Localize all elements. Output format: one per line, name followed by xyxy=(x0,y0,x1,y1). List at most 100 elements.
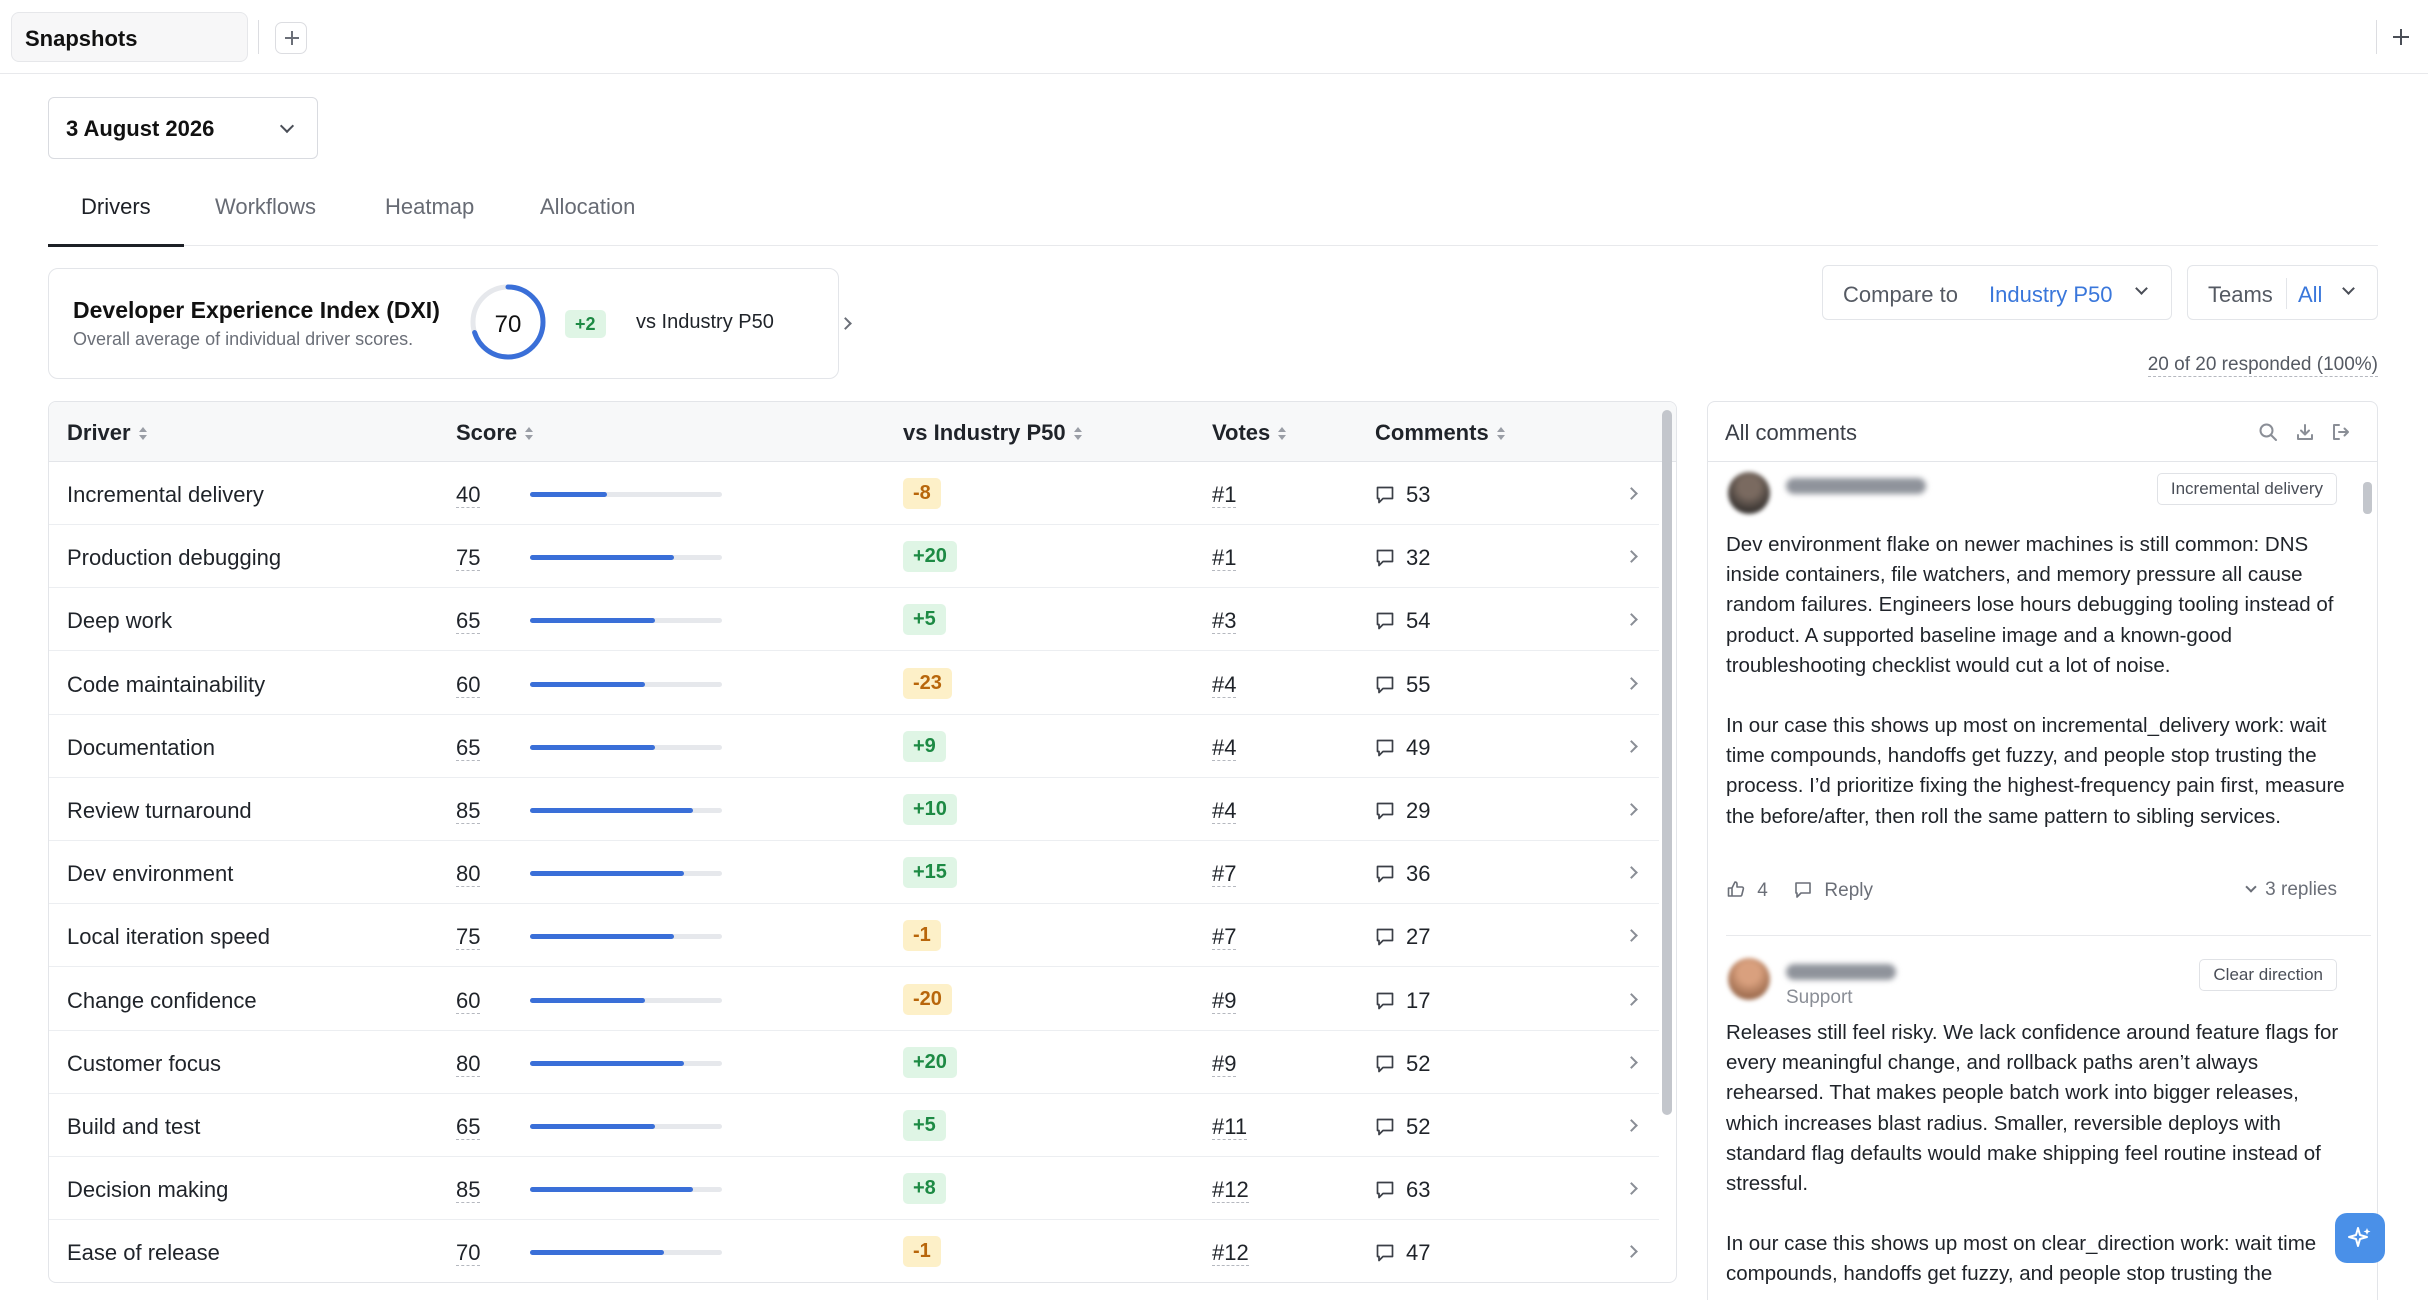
table-row[interactable]: Documentation 65 +9 #4 49 xyxy=(49,715,1659,778)
score-value[interactable]: 70 xyxy=(456,1240,481,1267)
tab-drivers[interactable]: Drivers xyxy=(48,194,184,247)
vote-rank[interactable]: #4 xyxy=(1212,734,1237,761)
score-bar-fill xyxy=(530,1124,655,1129)
table-row[interactable]: Local iteration speed 75 -1 #7 27 xyxy=(49,904,1659,968)
vs-industry-delta: -20 xyxy=(903,983,952,1015)
table-row[interactable]: Change confidence 60 -20 #9 17 xyxy=(49,968,1659,1031)
vote-rank[interactable]: #3 xyxy=(1212,608,1237,635)
vote-rank[interactable]: #4 xyxy=(1212,798,1237,824)
thumbs-up-icon[interactable] xyxy=(1726,879,1746,899)
score-value[interactable]: 85 xyxy=(456,1177,481,1204)
dxi-card[interactable]: Developer Experience Index (DXI) Overall… xyxy=(48,268,852,379)
driver-name: Build and test xyxy=(67,1114,201,1139)
table-row[interactable]: Dev environment 80 +15 #7 36 xyxy=(49,841,1659,905)
score-value[interactable]: 75 xyxy=(456,924,481,951)
plus-icon[interactable] xyxy=(2386,22,2416,52)
vs-industry-delta: -23 xyxy=(903,667,952,699)
driver-name: Production debugging xyxy=(67,545,282,571)
responded-count[interactable]: 20 of 20 responded (100%) xyxy=(2147,354,2378,377)
vote-rank[interactable]: #9 xyxy=(1212,987,1237,1014)
tab-allocation[interactable]: Allocation xyxy=(540,194,635,246)
table-row[interactable]: Production debugging 75 +20 #1 32 xyxy=(49,525,1659,589)
score-bar xyxy=(530,997,722,1003)
score-bar xyxy=(530,808,722,813)
table-row[interactable]: Build and test 65 +5 #11 52 xyxy=(49,1094,1659,1157)
driver-name: Decision making xyxy=(67,1177,229,1203)
comment-tag[interactable]: Incremental delivery xyxy=(2156,473,2337,505)
score-bar xyxy=(530,871,722,877)
column-header-score[interactable]: Score xyxy=(456,420,535,446)
snapshots-tab-label: Snapshots xyxy=(25,26,138,51)
export-icon[interactable] xyxy=(2331,422,2351,442)
column-header-driver[interactable]: Driver xyxy=(67,420,149,446)
score-value[interactable]: 60 xyxy=(456,987,481,1014)
chevron-right-icon xyxy=(1625,866,1638,880)
chevron-down-icon xyxy=(279,118,295,134)
score-value[interactable]: 65 xyxy=(456,1114,481,1140)
add-tab-icon[interactable] xyxy=(275,22,307,54)
comment-count: 54 xyxy=(1406,608,1431,634)
comments-scrollbar[interactable] xyxy=(2363,482,2372,514)
score-bar-fill xyxy=(530,555,674,561)
vote-rank[interactable]: #11 xyxy=(1212,1114,1248,1140)
ai-assistant-button[interactable] xyxy=(2335,1213,2385,1263)
score-value[interactable]: 40 xyxy=(456,482,481,508)
snapshots-tab[interactable]: Snapshots xyxy=(11,12,248,62)
score-value[interactable]: 80 xyxy=(456,861,481,888)
comment-actions: 4 Reply xyxy=(1726,879,1873,902)
score-value[interactable]: 65 xyxy=(456,734,481,761)
table-row[interactable]: Review turnaround 85 +10 #4 29 xyxy=(49,778,1659,841)
table-row[interactable]: Incremental delivery 40 -8 #1 53 xyxy=(49,462,1659,525)
score-bar-fill xyxy=(530,934,674,940)
vote-rank[interactable]: #12 xyxy=(1212,1240,1249,1267)
tab-workflows[interactable]: Workflows xyxy=(215,194,316,246)
divider xyxy=(258,20,259,54)
score-bar xyxy=(530,618,722,624)
compare-to-select[interactable]: Compare to Industry P50 xyxy=(1822,265,2172,320)
like-count: 4 xyxy=(1757,880,1768,901)
vote-rank[interactable]: #1 xyxy=(1212,545,1237,572)
vote-rank[interactable]: #4 xyxy=(1212,671,1237,698)
table-row[interactable]: Deep work 65 +5 #3 54 xyxy=(49,588,1659,652)
comment-count: 63 xyxy=(1406,1177,1431,1203)
vs-industry-delta: -8 xyxy=(903,478,941,509)
vote-rank[interactable]: #1 xyxy=(1212,482,1237,508)
vote-rank[interactable]: #12 xyxy=(1212,1177,1249,1204)
date-select[interactable]: 3 August 2026 xyxy=(48,97,318,159)
column-header-votes[interactable]: Votes xyxy=(1212,420,1288,446)
column-header-vs-industry[interactable]: vs Industry P50 xyxy=(903,420,1084,446)
score-value[interactable]: 75 xyxy=(456,545,481,572)
teams-select[interactable]: Teams All xyxy=(2187,265,2378,320)
compare-to-label: Compare to xyxy=(1843,282,1958,307)
chevron-right-icon xyxy=(1625,1055,1638,1069)
score-value[interactable]: 80 xyxy=(456,1050,481,1077)
driver-name: Customer focus xyxy=(67,1050,222,1076)
drivers-table: Driver Score vs Industry P50 Votes Comme… xyxy=(48,401,1677,1283)
search-icon[interactable] xyxy=(2258,422,2278,442)
table-header: Driver Score vs Industry P50 Votes Comme… xyxy=(49,402,1676,462)
table-row[interactable]: Customer focus 80 +20 #9 52 xyxy=(49,1031,1659,1094)
reply-button[interactable]: Reply xyxy=(1824,880,1873,901)
score-value[interactable]: 60 xyxy=(456,671,481,698)
table-row[interactable]: Code maintainability 60 -23 #4 55 xyxy=(49,652,1659,715)
comment-icon xyxy=(1376,1181,1394,1199)
vote-rank[interactable]: #7 xyxy=(1212,861,1237,888)
score-value[interactable]: 65 xyxy=(456,608,481,635)
driver-name: Ease of release xyxy=(67,1240,220,1266)
vote-rank[interactable]: #9 xyxy=(1212,1050,1237,1077)
table-scrollbar[interactable] xyxy=(1662,410,1672,1115)
comment-count: 36 xyxy=(1406,861,1431,887)
table-row[interactable]: Ease of release 70 -1 #12 47 xyxy=(49,1220,1659,1282)
comment-tag[interactable]: Clear direction xyxy=(2199,959,2337,991)
vote-rank[interactable]: #7 xyxy=(1212,924,1237,951)
score-bar-fill xyxy=(530,871,684,877)
table-row[interactable]: Decision making 85 +8 #12 63 xyxy=(49,1157,1659,1221)
vs-industry-delta: +15 xyxy=(903,857,957,889)
replies-toggle[interactable]: 3 replies xyxy=(2245,879,2337,901)
reply-icon[interactable] xyxy=(1793,880,1813,900)
tab-heatmap[interactable]: Heatmap xyxy=(385,194,474,246)
score-value[interactable]: 85 xyxy=(456,798,481,824)
column-header-comments[interactable]: Comments xyxy=(1375,420,1507,446)
download-icon[interactable] xyxy=(2295,422,2315,442)
chevron-right-icon xyxy=(1625,1119,1638,1132)
